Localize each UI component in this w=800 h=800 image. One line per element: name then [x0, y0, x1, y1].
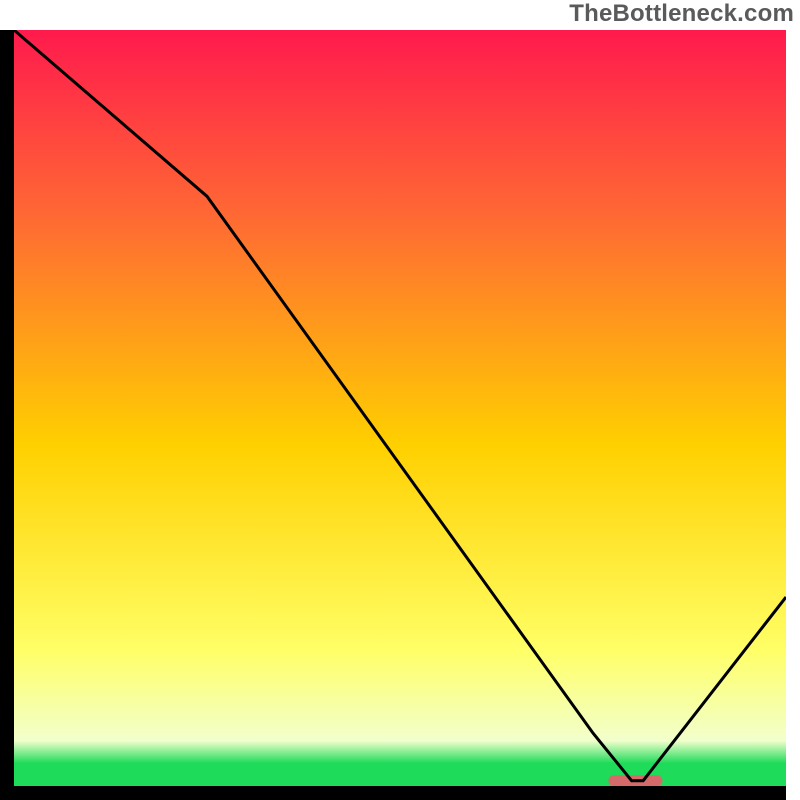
gradient-background [14, 30, 786, 786]
x-axis [0, 786, 786, 800]
plot-area [14, 30, 786, 786]
watermark-text: TheBottleneck.com [569, 0, 794, 28]
bottleneck-chart [0, 0, 800, 800]
chart-container: TheBottleneck.com [0, 0, 800, 800]
y-axis [0, 30, 14, 800]
